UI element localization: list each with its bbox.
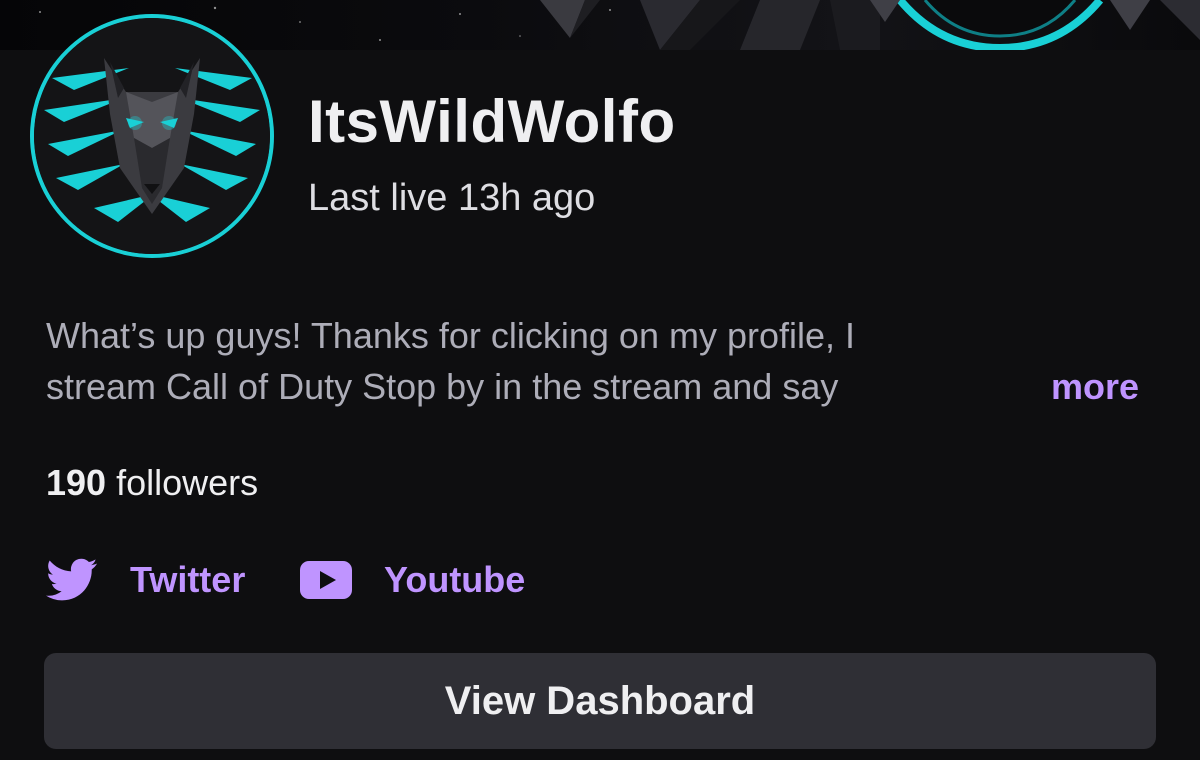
twitter-link-label: Twitter [130, 559, 246, 600]
channel-avatar[interactable] [30, 14, 274, 258]
youtube-link[interactable]: Youtube [300, 553, 525, 607]
view-dashboard-button[interactable]: View Dashboard [44, 653, 1156, 749]
wolf-avatar-icon [34, 18, 270, 254]
bio-line-2: stream Call of Duty Stop by in the strea… [46, 366, 839, 407]
twitter-link[interactable]: Twitter [46, 553, 245, 607]
follower-count-label: followers [116, 462, 259, 503]
channel-display-name: ItsWildWolfo [308, 88, 676, 155]
channel-bio: What’s up guys! Thanks for clicking on m… [46, 310, 1046, 412]
follower-count-number: 190 [46, 462, 107, 503]
youtube-link-label: Youtube [384, 559, 526, 600]
youtube-play-icon [300, 561, 352, 599]
twitter-bird-icon [46, 558, 98, 601]
last-live-status: Last live 13h ago [308, 177, 596, 219]
bio-line-1: What’s up guys! Thanks for clicking on m… [46, 315, 856, 356]
follower-count: 190 followers [46, 458, 258, 508]
bio-more-link[interactable]: more [1051, 361, 1139, 412]
